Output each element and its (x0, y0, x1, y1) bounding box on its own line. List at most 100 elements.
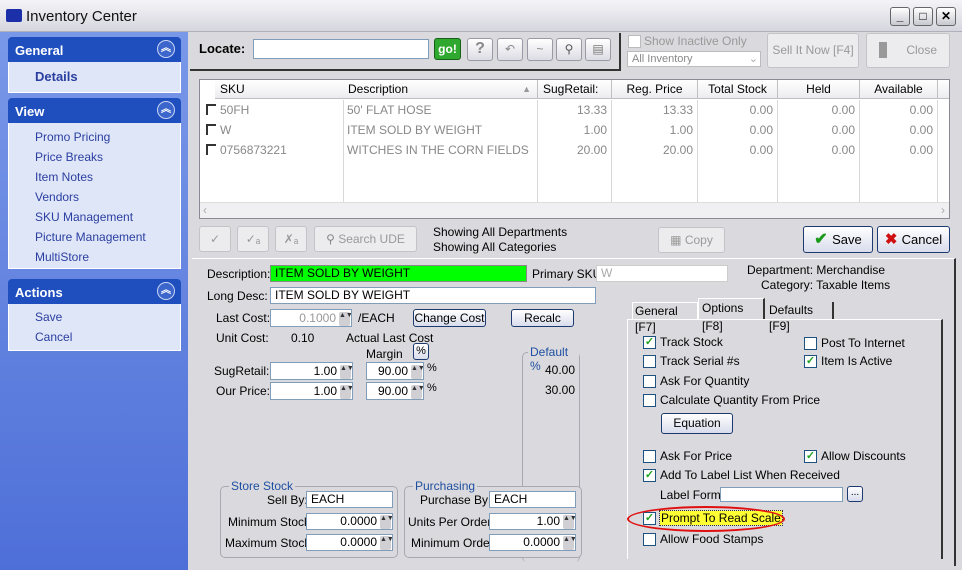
check-all-button[interactable]: ✓ₐ (237, 226, 269, 252)
spinner-icon[interactable]: ▲▼ (340, 365, 352, 379)
collapse-icon[interactable]: ︽ (157, 101, 175, 119)
long-desc-field[interactable]: ITEM SOLD BY WEIGHT (270, 287, 596, 304)
min-stock-field[interactable]: 0.0000 ▲▼ (306, 513, 393, 530)
column-header-reg-price[interactable]: Reg. Price (612, 80, 698, 99)
spinner-icon[interactable]: ▲▼ (563, 536, 575, 550)
table-row[interactable]: W ITEM SOLD BY WEIGHT 1.00 1.00 0.00 0.00 0.00 (200, 120, 949, 140)
scroll-left-icon[interactable]: ‹ (203, 203, 207, 217)
purchase-by-field[interactable]: EACH (489, 491, 576, 508)
undo-button[interactable]: ↶ (497, 38, 523, 61)
sell-by-field[interactable]: EACH (306, 491, 393, 508)
sell-it-now-button[interactable]: Sell It Now [F4] (767, 33, 859, 68)
collapse-icon[interactable]: ︽ (157, 282, 175, 300)
maximize-button[interactable]: □ (913, 7, 933, 26)
add-label-label[interactable]: Add To Label List When Received (660, 468, 840, 482)
sidebar-item-vendors[interactable]: Vendors (9, 187, 180, 207)
sidebar-item-item-notes[interactable]: Item Notes (9, 167, 180, 187)
primary-sku-field[interactable]: W (596, 265, 728, 282)
sug-margin-field[interactable]: 90.00 ▲▼ (366, 362, 424, 380)
sidebar-item-picture-management[interactable]: Picture Management (9, 227, 180, 247)
close-inventory-button[interactable]: Close (866, 33, 950, 68)
table-row[interactable]: 50FH 50' FLAT HOSE 13.33 13.33 0.00 0.00 0.00 (200, 100, 949, 120)
horizontal-scrollbar[interactable]: ‹ › (200, 202, 949, 218)
panel-general-header[interactable]: General ︽ (8, 37, 181, 62)
panel-view-header[interactable]: View ︽ (8, 98, 181, 123)
description-field[interactable]: ITEM SOLD BY WEIGHT (270, 265, 527, 282)
item-active-checkbox[interactable]: ✓ (804, 355, 817, 368)
column-header-available[interactable]: Available (860, 80, 938, 99)
search-ude-button[interactable]: ⚲ Search UDE (314, 226, 417, 252)
go-button[interactable]: go! (434, 38, 461, 60)
sidebar-item-save[interactable]: Save (9, 307, 180, 327)
spinner-icon[interactable]: ▲▼ (411, 385, 423, 399)
item-active-label[interactable]: Item Is Active (821, 354, 892, 368)
column-header-sku[interactable]: SKU (215, 80, 344, 99)
sug-retail-field[interactable]: 1.00 ▲▼ (270, 362, 353, 380)
collapse-icon[interactable]: ︽ (157, 40, 175, 58)
uncheck-all-button[interactable]: ✗ₐ (275, 226, 307, 252)
column-header-total-stock[interactable]: Total Stock (698, 80, 778, 99)
sidebar-item-cancel[interactable]: Cancel (9, 327, 180, 347)
cancel-button[interactable]: ✖ Cancel (877, 226, 950, 253)
change-cost-button[interactable]: Change Cost (413, 309, 486, 327)
signature-button[interactable]: ~ (527, 38, 553, 61)
label-form-field[interactable] (720, 487, 843, 502)
label-form-browse-button[interactable]: ... (847, 486, 863, 502)
copy-button[interactable]: ▦ Copy (658, 227, 725, 253)
calc-qty-label[interactable]: Calculate Quantity From Price (660, 393, 820, 407)
sidebar-item-multistore[interactable]: MultiStore (9, 247, 180, 267)
recalc-button[interactable]: Recalc (511, 309, 574, 327)
column-header-sugretail[interactable]: SugRetail: (538, 80, 612, 99)
spinner-icon[interactable]: ▲▼ (411, 365, 423, 379)
track-stock-checkbox[interactable]: ✓ (643, 336, 656, 349)
spinner-icon[interactable]: ▲▼ (563, 515, 575, 529)
ask-qty-label[interactable]: Ask For Quantity (660, 374, 749, 388)
ask-price-checkbox[interactable] (643, 450, 656, 463)
spinner-icon[interactable]: ▲▼ (340, 385, 352, 399)
scroll-right-icon[interactable]: › (941, 203, 945, 217)
tab-defaults[interactable]: Defaults [F9] (766, 302, 834, 333)
spinner-icon[interactable]: ▲▼ (339, 312, 351, 326)
ask-price-label[interactable]: Ask For Price (660, 449, 732, 463)
sidebar-item-details[interactable]: Details (9, 67, 180, 87)
close-button[interactable]: ✕ (936, 7, 956, 26)
tab-general[interactable]: General [F7] (632, 302, 698, 334)
sidebar-item-sku-management[interactable]: SKU Management (9, 207, 180, 227)
table-row[interactable]: 0756873221 WITCHES IN THE CORN FIELDS 20.0… (200, 140, 949, 160)
column-header-description[interactable]: Description ▲ (343, 80, 538, 99)
inventory-filter-select[interactable]: All Inventory ⌄ (627, 51, 761, 67)
track-serial-checkbox[interactable] (643, 355, 656, 368)
our-margin-field[interactable]: 90.00 ▲▼ (366, 382, 424, 400)
spinner-icon[interactable]: ▲▼ (380, 515, 392, 529)
allow-discounts-checkbox[interactable]: ✓ (804, 450, 817, 463)
show-inactive-checkbox[interactable] (628, 35, 641, 48)
percent-button[interactable]: % (413, 343, 429, 360)
spinner-icon[interactable]: ▲▼ (380, 536, 392, 550)
add-label-checkbox[interactable]: ✓ (643, 469, 656, 482)
max-stock-field[interactable]: 0.0000 ▲▼ (306, 534, 393, 551)
calc-qty-checkbox[interactable] (643, 394, 656, 407)
min-order-field[interactable]: 0.0000 ▲▼ (489, 534, 576, 551)
minimize-button[interactable]: _ (890, 7, 910, 26)
last-cost-field[interactable]: 0.1000 ▲▼ (270, 309, 352, 327)
ask-qty-checkbox[interactable] (643, 375, 656, 388)
equation-button[interactable]: Equation (661, 413, 733, 434)
food-stamps-label[interactable]: Allow Food Stamps (660, 532, 763, 546)
our-price-field[interactable]: 1.00 ▲▼ (270, 382, 353, 400)
sidebar-item-promo-pricing[interactable]: Promo Pricing (9, 127, 180, 147)
allow-discounts-label[interactable]: Allow Discounts (821, 449, 906, 463)
food-stamps-checkbox[interactable] (643, 533, 656, 546)
post-internet-checkbox[interactable] (804, 337, 817, 350)
report-button[interactable]: ▤ (585, 38, 611, 61)
column-header-held[interactable]: Held (778, 80, 860, 99)
track-serial-label[interactable]: Track Serial #s (660, 354, 740, 368)
sidebar-item-price-breaks[interactable]: Price Breaks (9, 147, 180, 167)
help-button[interactable]: ? (467, 38, 493, 61)
tab-options[interactable]: Options [F8] (698, 298, 765, 333)
track-stock-label[interactable]: Track Stock (660, 335, 723, 349)
check-button[interactable]: ✓ (199, 226, 231, 252)
save-button[interactable]: ✔ Save (803, 226, 873, 253)
post-internet-label[interactable]: Post To Internet (821, 336, 905, 350)
units-per-order-field[interactable]: 1.00 ▲▼ (489, 513, 576, 530)
panel-actions-header[interactable]: Actions ︽ (8, 279, 181, 304)
